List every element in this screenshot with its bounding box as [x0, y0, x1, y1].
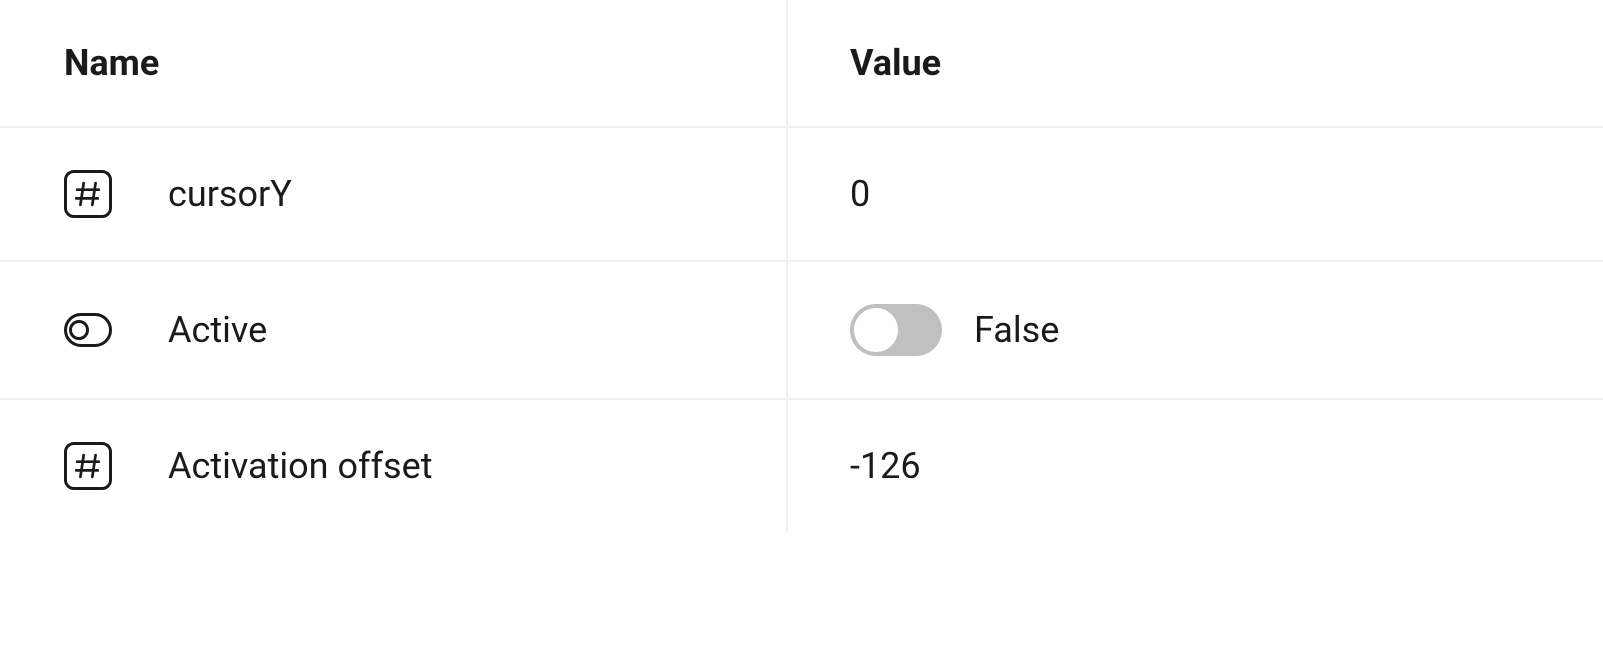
table-row[interactable]: Active False: [0, 262, 1603, 400]
cell-value-cursory[interactable]: 0: [788, 128, 1603, 260]
cell-name-cursory: cursorY: [0, 128, 788, 260]
row-value-text: 0: [850, 173, 870, 215]
row-name-label: Active: [168, 309, 267, 351]
cell-name-activation-offset: Activation offset: [0, 400, 788, 532]
row-value-text: False: [974, 309, 1059, 351]
cell-value-activation-offset[interactable]: -126: [788, 400, 1603, 532]
table-row[interactable]: cursorY 0: [0, 128, 1603, 262]
row-name-label: cursorY: [168, 173, 292, 215]
cell-value-active: False: [788, 262, 1603, 398]
number-icon: [64, 170, 112, 218]
row-name-label: Activation offset: [168, 445, 433, 487]
header-value: Value: [788, 0, 1603, 126]
header-value-label: Value: [850, 42, 941, 84]
variables-table: Name Value cursorY 0: [0, 0, 1603, 532]
table-header-row: Name Value: [0, 0, 1603, 128]
toggle-switch[interactable]: [850, 304, 942, 356]
toggle-icon: [64, 306, 112, 354]
header-name-label: Name: [64, 42, 159, 84]
number-icon: [64, 442, 112, 490]
row-value-text: -126: [850, 445, 921, 487]
table-row[interactable]: Activation offset -126: [0, 400, 1603, 532]
header-name: Name: [0, 0, 788, 126]
cell-name-active: Active: [0, 262, 788, 398]
